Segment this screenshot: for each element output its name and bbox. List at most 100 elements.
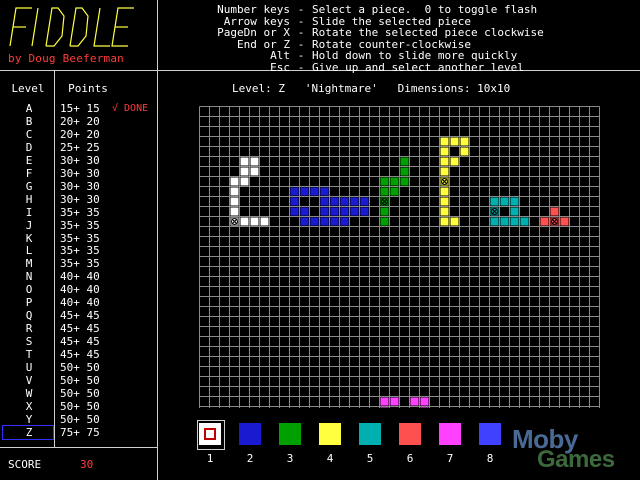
piece-cell[interactable] bbox=[250, 167, 259, 176]
level-row-b[interactable]: B 20+ 20 bbox=[0, 115, 157, 128]
piece-cell[interactable] bbox=[380, 207, 389, 216]
palette-swatch-8[interactable] bbox=[479, 423, 501, 445]
piece-cell[interactable] bbox=[440, 197, 449, 206]
piece-cell[interactable] bbox=[260, 217, 269, 226]
palette-swatch-2[interactable] bbox=[239, 423, 261, 445]
piece-cell[interactable] bbox=[300, 187, 309, 196]
piece-cell[interactable] bbox=[340, 197, 349, 206]
piece-cell[interactable] bbox=[340, 217, 349, 226]
piece-cell[interactable] bbox=[320, 187, 329, 196]
piece-cell[interactable] bbox=[250, 217, 259, 226]
piece-cell[interactable] bbox=[380, 187, 389, 196]
piece-cell[interactable] bbox=[380, 217, 389, 226]
piece-cell[interactable] bbox=[320, 197, 329, 206]
piece-cell[interactable] bbox=[380, 407, 389, 409]
level-row-u[interactable]: U 50+ 50 bbox=[0, 361, 157, 374]
piece-cell[interactable] bbox=[440, 157, 449, 166]
piece-cell[interactable] bbox=[240, 217, 249, 226]
piece-cell[interactable] bbox=[410, 397, 419, 406]
piece-cell[interactable] bbox=[240, 177, 249, 186]
piece-cell[interactable] bbox=[380, 177, 389, 186]
piece-cell[interactable] bbox=[380, 397, 389, 406]
piece-cell[interactable] bbox=[440, 187, 449, 196]
palette-swatch-5[interactable] bbox=[359, 423, 381, 445]
piece-cell[interactable] bbox=[420, 407, 429, 409]
piece-cell[interactable] bbox=[250, 157, 259, 166]
level-row-x[interactable]: X 50+ 50 bbox=[0, 400, 157, 413]
level-row-o[interactable]: O 40+ 40 bbox=[0, 283, 157, 296]
piece-cell[interactable] bbox=[420, 397, 429, 406]
level-row-h[interactable]: H 30+ 30 bbox=[0, 193, 157, 206]
level-row-e[interactable]: E 30+ 30 bbox=[0, 154, 157, 167]
palette-swatch-7[interactable] bbox=[439, 423, 461, 445]
level-row-i[interactable]: I 35+ 35 bbox=[0, 206, 157, 219]
piece-cell[interactable] bbox=[390, 187, 399, 196]
piece-cell[interactable] bbox=[300, 217, 309, 226]
piece-cell[interactable] bbox=[310, 187, 319, 196]
level-row-f[interactable]: F 30+ 30 bbox=[0, 167, 157, 180]
level-row-k[interactable]: K 35+ 35 bbox=[0, 232, 157, 245]
piece-cell[interactable] bbox=[460, 137, 469, 146]
palette-swatch-3[interactable] bbox=[279, 423, 301, 445]
piece-4[interactable] bbox=[440, 137, 469, 226]
piece-cell[interactable] bbox=[360, 207, 369, 216]
level-row-a[interactable]: A 15+ 15 √ DONE bbox=[0, 102, 157, 115]
piece-cell[interactable] bbox=[390, 177, 399, 186]
level-row-l[interactable]: L 35+ 35 bbox=[0, 244, 157, 257]
piece-cell[interactable] bbox=[240, 157, 249, 166]
piece-cell[interactable] bbox=[230, 207, 239, 216]
piece-cell[interactable] bbox=[230, 197, 239, 206]
level-row-w[interactable]: W 50+ 50 bbox=[0, 387, 157, 400]
piece-cell[interactable] bbox=[290, 207, 299, 216]
piece-cell[interactable] bbox=[240, 167, 249, 176]
piece-cell[interactable] bbox=[340, 207, 349, 216]
piece-cell[interactable] bbox=[450, 157, 459, 166]
level-row-q[interactable]: Q 45+ 45 bbox=[0, 309, 157, 322]
piece-cell[interactable] bbox=[510, 207, 519, 216]
piece-cell[interactable] bbox=[450, 137, 459, 146]
piece-cell[interactable] bbox=[350, 207, 359, 216]
level-row-j[interactable]: J 35+ 35 bbox=[0, 219, 157, 232]
level-row-p[interactable]: P 40+ 40 bbox=[0, 296, 157, 309]
level-row-g[interactable]: G 30+ 30 bbox=[0, 180, 157, 193]
game-board[interactable] bbox=[199, 106, 605, 408]
palette-swatch-6[interactable] bbox=[399, 423, 421, 445]
level-row-r[interactable]: R 45+ 45 bbox=[0, 322, 157, 335]
piece-cell[interactable] bbox=[500, 217, 509, 226]
level-row-c[interactable]: C 20+ 20 bbox=[0, 128, 157, 141]
piece-cell[interactable] bbox=[320, 217, 329, 226]
piece-cell[interactable] bbox=[290, 187, 299, 196]
piece-cell[interactable] bbox=[330, 207, 339, 216]
palette-swatch-4[interactable] bbox=[319, 423, 341, 445]
piece-cell[interactable] bbox=[440, 207, 449, 216]
piece-cell[interactable] bbox=[490, 197, 499, 206]
piece-cell[interactable] bbox=[540, 217, 549, 226]
level-row-m[interactable]: M 35+ 35 bbox=[0, 257, 157, 270]
piece-cell[interactable] bbox=[450, 217, 459, 226]
piece-cell[interactable] bbox=[330, 197, 339, 206]
piece-3[interactable] bbox=[380, 157, 409, 226]
piece-cell[interactable] bbox=[230, 187, 239, 196]
level-row-d[interactable]: D 25+ 25 bbox=[0, 141, 157, 154]
piece-cell[interactable] bbox=[550, 207, 559, 216]
piece-cell[interactable] bbox=[290, 197, 299, 206]
piece-cell[interactable] bbox=[440, 147, 449, 156]
piece-cell[interactable] bbox=[400, 157, 409, 166]
palette-swatch-1[interactable] bbox=[199, 423, 221, 445]
piece-cell[interactable] bbox=[400, 167, 409, 176]
piece-cell[interactable] bbox=[350, 197, 359, 206]
piece-cell[interactable] bbox=[300, 207, 309, 216]
level-row-v[interactable]: V 50+ 50 bbox=[0, 374, 157, 387]
piece-cell[interactable] bbox=[400, 177, 409, 186]
piece-cell[interactable] bbox=[440, 137, 449, 146]
piece-cell[interactable] bbox=[510, 197, 519, 206]
piece-cell[interactable] bbox=[330, 217, 339, 226]
piece-cell[interactable] bbox=[500, 197, 509, 206]
level-row-s[interactable]: S 45+ 45 bbox=[0, 335, 157, 348]
piece-cell[interactable] bbox=[310, 217, 319, 226]
piece-cell[interactable] bbox=[460, 147, 469, 156]
piece-cell[interactable] bbox=[230, 177, 239, 186]
piece-cell[interactable] bbox=[490, 217, 499, 226]
piece-cell[interactable] bbox=[440, 167, 449, 176]
level-row-n[interactable]: N 40+ 40 bbox=[0, 270, 157, 283]
